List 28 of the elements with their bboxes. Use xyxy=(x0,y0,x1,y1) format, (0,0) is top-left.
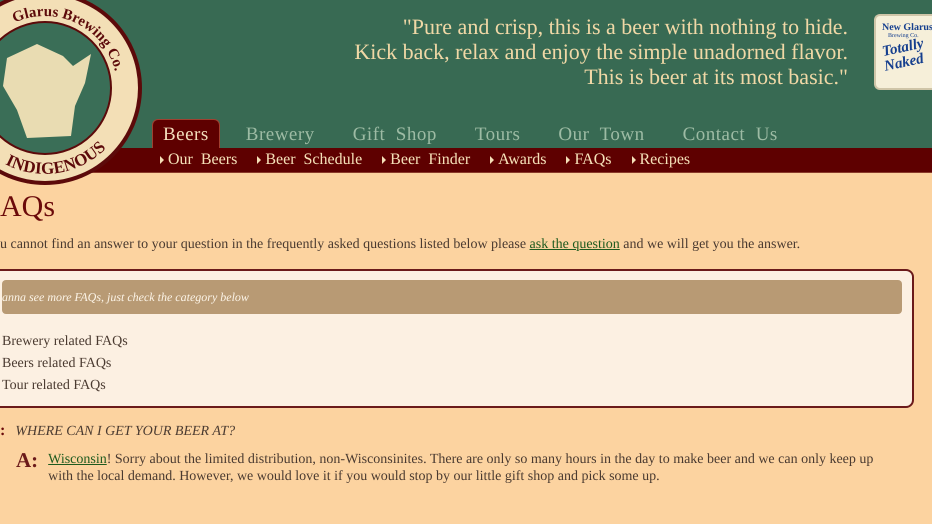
slogan-line: "Pure and crisp, this is a beer with nothing to hide. xyxy=(402,14,848,39)
triangle-icon xyxy=(632,156,636,164)
question-mark-label: : xyxy=(0,422,6,440)
nav-tab[interactable]: Beers xyxy=(152,119,220,148)
triangle-icon xyxy=(257,156,262,164)
ask-question-link[interactable]: ask the question xyxy=(530,237,620,252)
triangle-icon xyxy=(382,156,386,164)
answer-label: A: xyxy=(16,448,38,472)
subnav-link[interactable]: Our Beers xyxy=(160,151,238,169)
subnav-link[interactable]: Awards xyxy=(490,151,546,169)
subnav-link[interactable]: Beer Schedule xyxy=(257,151,362,169)
subnav-link[interactable]: Beer Finder xyxy=(382,151,470,169)
category-link[interactable]: Brewery related FAQs xyxy=(2,331,902,353)
wisconsin-link[interactable]: Wisconsin xyxy=(48,452,107,467)
question-text: WHERE CAN I GET YOUR BEER AT? xyxy=(15,424,236,440)
subnav-link[interactable]: Recipes xyxy=(632,151,690,169)
triangle-icon xyxy=(160,156,164,164)
slogan-line: This is beer at its most basic." xyxy=(583,64,848,89)
category-link[interactable]: Beers related FAQs xyxy=(2,353,902,375)
answer-text: Wisconsin! Sorry about the limited distribution, non-Wisconsinites. There are only so many hours in the day to make beer and we can only keep up with the local demand. However, we would love it if you would stop by our little gift shop and pick some up. xyxy=(48,451,874,485)
intro-text: u cannot find an answer to your question in the frequently asked questions listed below please ask the question and we will get you the answer. xyxy=(0,236,802,254)
category-header: anna see more FAQs, just check the category below xyxy=(2,280,902,314)
triangle-icon xyxy=(490,156,494,164)
category-link[interactable]: Tour related FAQs xyxy=(2,375,902,397)
triangle-icon xyxy=(566,156,570,164)
slogan-line: Kick back, relax and enjoy the simple unadorned flavor. xyxy=(353,39,848,64)
page-title: AQs xyxy=(0,189,56,225)
subnav-link[interactable]: FAQs xyxy=(566,151,612,169)
